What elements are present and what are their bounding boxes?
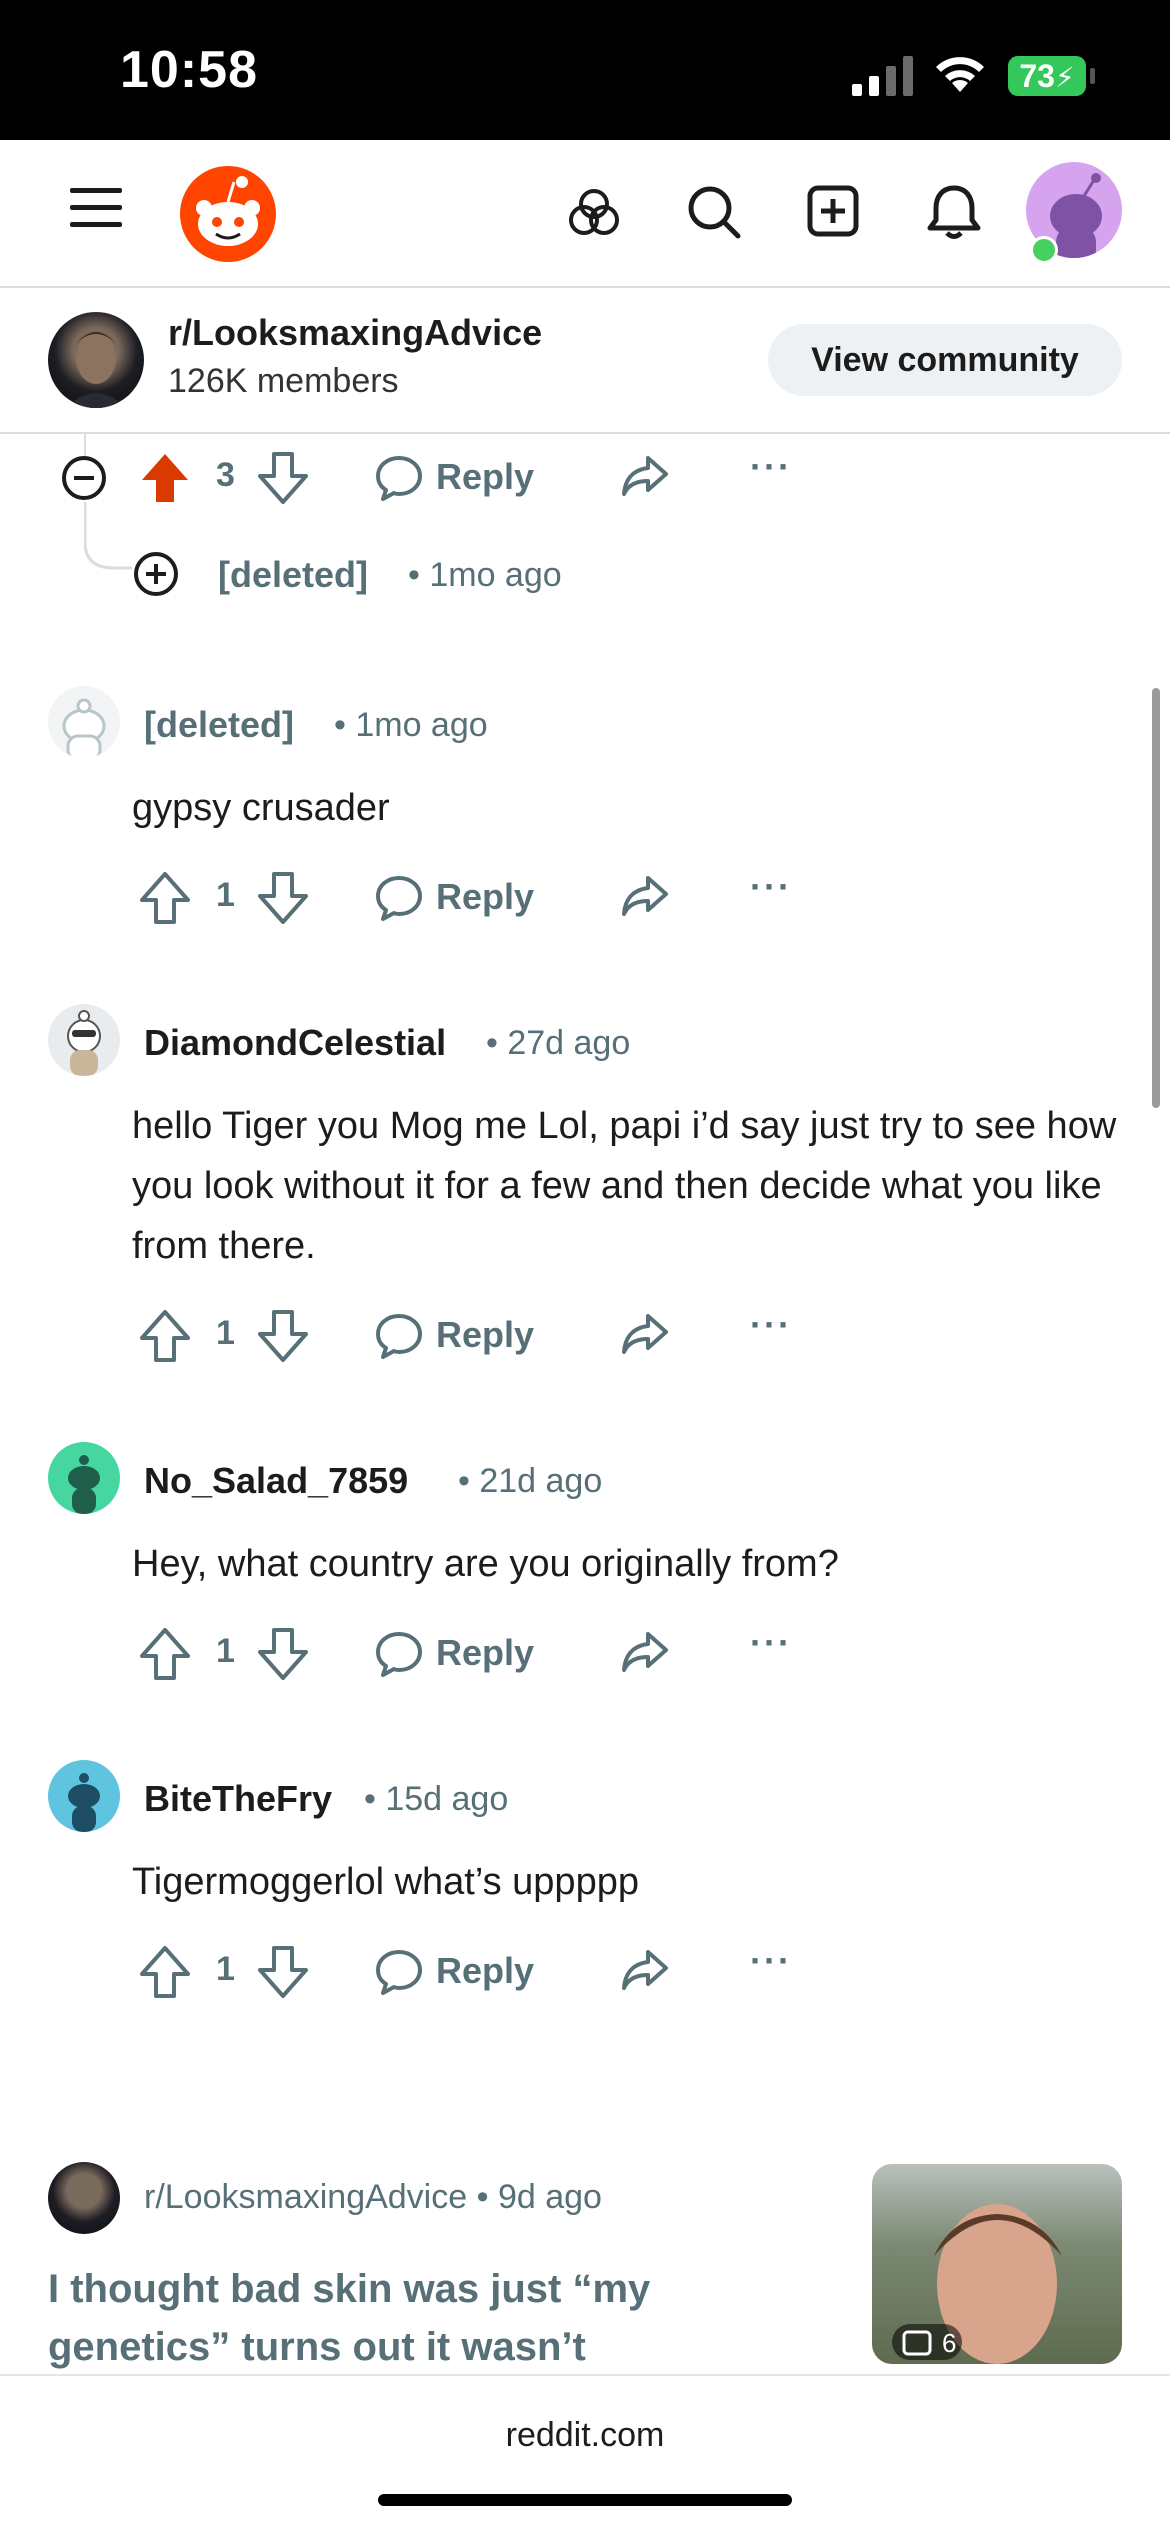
comment-avatar[interactable] <box>48 1760 120 1832</box>
reply-icon[interactable] <box>374 1630 424 1678</box>
browser-bottom-bar: reddit.com <box>0 2374 1170 2534</box>
collapsed-comment-time: • 1mo ago <box>408 556 562 594</box>
comment-actions: 1 Reply ··· <box>140 1304 840 1368</box>
share-icon[interactable] <box>620 872 670 920</box>
comment-avatar[interactable] <box>48 1442 120 1514</box>
reply-icon[interactable] <box>374 874 424 922</box>
home-indicator[interactable] <box>378 2494 792 2506</box>
share-icon[interactable] <box>620 1310 670 1358</box>
menu-icon[interactable] <box>70 186 122 230</box>
view-community-button[interactable]: View community <box>768 324 1122 396</box>
related-post-title[interactable]: I thought bad skin was just “my genetics… <box>48 2260 808 2376</box>
more-options-button[interactable]: ··· <box>750 1622 792 1664</box>
vote-count: 1 <box>216 1314 235 1352</box>
battery-indicator: 73⚡ <box>1008 56 1086 96</box>
comment-author[interactable]: DiamondCelestial <box>144 1022 446 1064</box>
upvote-icon[interactable] <box>140 1310 190 1362</box>
more-options-button[interactable]: ··· <box>750 1940 792 1982</box>
upvote-icon[interactable] <box>140 1946 190 1998</box>
top-thread-actions: 3 Reply ··· <box>140 446 840 510</box>
snoo-avatar-icon <box>67 1010 101 1076</box>
online-status-dot <box>1030 236 1058 264</box>
comment-avatar[interactable] <box>48 686 120 758</box>
comment-body: Tigermoggerlol what’s uppppp <box>132 1861 639 1903</box>
downvote-icon[interactable] <box>258 872 308 924</box>
related-post-time: • 9d ago <box>476 2178 602 2216</box>
community-avatar-image <box>66 332 126 408</box>
community-avatar[interactable] <box>48 312 144 408</box>
cellular-signal-icon <box>852 56 913 96</box>
snoo-default-icon <box>62 698 106 758</box>
create-post-icon[interactable] <box>806 184 862 240</box>
address-bar[interactable]: reddit.com <box>0 2416 1170 2455</box>
reply-button[interactable]: Reply <box>436 1632 534 1674</box>
related-post-thumbnail[interactable]: 6 <box>872 2164 1122 2364</box>
expand-thread-icon[interactable] <box>132 550 180 598</box>
comment-avatar[interactable] <box>48 1004 120 1076</box>
comment-actions: 1 Reply ··· <box>140 1622 840 1686</box>
vote-count: 1 <box>216 1632 235 1670</box>
popular-icon[interactable] <box>566 184 622 240</box>
upvote-icon[interactable] <box>140 872 190 924</box>
more-options-button[interactable]: ··· <box>750 446 792 488</box>
gallery-count: 6 <box>942 2328 956 2358</box>
comment-time: • 21d ago <box>458 1462 603 1500</box>
comment-author[interactable]: [deleted] <box>144 704 294 746</box>
battery-tip <box>1090 68 1095 84</box>
scroll-indicator[interactable] <box>1152 688 1160 1108</box>
reply-icon[interactable] <box>374 1312 424 1360</box>
share-icon[interactable] <box>620 1946 670 1994</box>
comment-body: gypsy crusader <box>132 787 390 829</box>
comment-author[interactable]: BiteTheFry <box>144 1778 332 1820</box>
reply-button[interactable]: Reply <box>436 1314 534 1356</box>
comment-body: Hey, what country are you originally fro… <box>132 1543 839 1585</box>
top-navigation <box>0 140 1170 288</box>
reddit-logo-icon[interactable] <box>178 162 278 262</box>
thread-connector <box>84 502 132 570</box>
wifi-icon <box>936 57 984 92</box>
more-options-button[interactable]: ··· <box>750 866 792 908</box>
notifications-icon[interactable] <box>926 182 982 242</box>
search-icon[interactable] <box>686 184 742 240</box>
share-icon[interactable] <box>620 452 670 500</box>
related-post-subreddit[interactable]: r/LooksmaxingAdvice <box>144 2178 467 2216</box>
comment-author[interactable]: No_Salad_7859 <box>144 1460 408 1502</box>
comment-time: • 27d ago <box>486 1024 631 1062</box>
share-icon[interactable] <box>620 1628 670 1676</box>
downvote-icon[interactable] <box>258 1310 308 1362</box>
reply-button[interactable]: Reply <box>436 456 534 498</box>
vote-count: 1 <box>216 1950 235 1988</box>
more-options-button[interactable]: ··· <box>750 1304 792 1346</box>
reply-icon[interactable] <box>374 1948 424 1996</box>
reply-button[interactable]: Reply <box>436 1950 534 1992</box>
upvote-icon[interactable] <box>140 1628 190 1680</box>
vote-count: 1 <box>216 876 235 914</box>
status-time: 10:58 <box>120 41 258 99</box>
collapsed-comment-author[interactable]: [deleted] <box>218 554 368 596</box>
related-post-community-avatar[interactable] <box>48 2162 120 2234</box>
comment-actions: 1 Reply ··· <box>140 866 840 930</box>
vote-count: 3 <box>216 456 235 494</box>
community-name[interactable]: r/LooksmaxingAdvice <box>168 312 542 354</box>
collapse-thread-icon[interactable] <box>60 454 108 502</box>
reply-button[interactable]: Reply <box>436 876 534 918</box>
status-bar: 10:58 73⚡ <box>0 0 1170 140</box>
related-post-meta[interactable]: r/LooksmaxingAdvice • 9d ago <box>144 2178 602 2217</box>
comment-body: hello Tiger you Mog me Lol, papi i’d say… <box>132 1105 1117 1267</box>
downvote-icon[interactable] <box>258 1628 308 1680</box>
snoo-avatar-icon <box>68 1773 100 1832</box>
downvote-icon[interactable] <box>258 1946 308 1998</box>
snoo-avatar-icon <box>68 1455 100 1514</box>
comment-time: • 15d ago <box>364 1780 509 1818</box>
upvote-active-icon[interactable] <box>140 452 190 504</box>
downvote-icon[interactable] <box>258 452 308 504</box>
community-members: 126K members <box>168 362 399 400</box>
comment-time: • 1mo ago <box>334 706 488 744</box>
reply-icon[interactable] <box>374 454 424 502</box>
thumbnail-image: 6 <box>892 2204 1062 2364</box>
comment-actions: 1 Reply ··· <box>140 1940 840 2004</box>
community-header: r/LooksmaxingAdvice 126K members View co… <box>0 288 1170 434</box>
